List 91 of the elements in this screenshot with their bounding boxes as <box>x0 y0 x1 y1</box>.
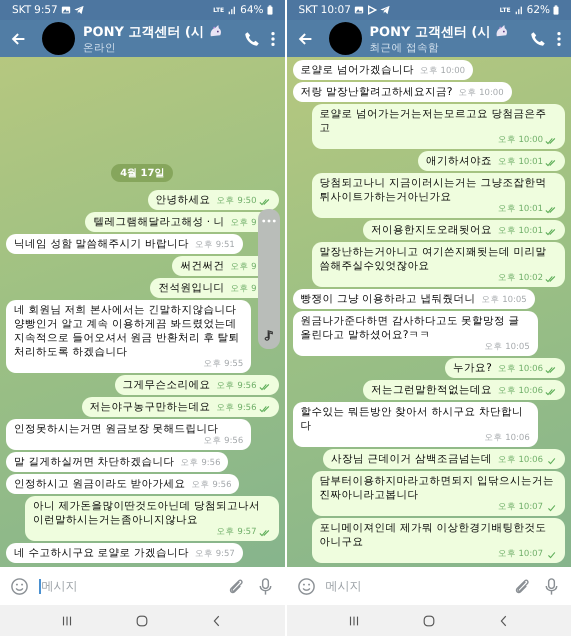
play-icon <box>366 5 377 15</box>
emoji-icon <box>208 24 223 39</box>
signal-icon <box>514 5 524 15</box>
message-time: 오후 10:01 <box>498 204 543 215</box>
paper-plane-icon <box>380 5 390 15</box>
message-time: 오후 9:56 <box>180 458 220 469</box>
message-text: 전석원입니디 <box>158 281 224 295</box>
message-text: 로얄로 넘어가겠습니다 <box>300 63 414 77</box>
message-time: 오후 10:02 <box>498 273 543 284</box>
battery-percent: 64% <box>240 4 264 16</box>
message-time: 오후 10:01 <box>498 157 543 168</box>
clock-time: 9:57 <box>34 4 58 16</box>
message-time: 오후 10:00 <box>498 135 543 146</box>
message-time: 오후 10:05 <box>484 342 530 353</box>
message-time: 오후 10:01 <box>498 226 543 237</box>
message-field[interactable]: 메시지 <box>326 574 503 598</box>
phone-icon[interactable] <box>242 30 260 48</box>
message-text: 포니메이져인데 제가뭐 이상한경기배팅한것도 아니구요 <box>320 521 548 549</box>
message-text: 저랑 말장난할려고하세요지금? <box>300 85 452 99</box>
message-text: 말 길게하실꺼면 차단하겠습니다 <box>14 455 175 469</box>
emoji-icon <box>494 24 510 39</box>
message-text: 써건써건 <box>180 259 224 273</box>
message-text: 인정하시고 원금이라도 받아가세요 <box>14 477 186 491</box>
message-time: 오후 9:50 <box>216 196 256 207</box>
message-text: 말장난하는거아니고 여기쓴지꽤됫는데 미리말씀해주실수있엇잖아요 <box>320 245 548 273</box>
emoji-icon[interactable] <box>296 576 316 596</box>
message-text: 네 회원님 저희 본사에서는 긴말하지않습니다 양빵인거 알고 계속 이용하게끔 봐드렸었는데 지속적으로 들어오셔서 원금 반환처리 후 탈퇴처리하도록 하겠습니다 <box>14 303 241 359</box>
message-time: 오후 9 <box>230 262 256 273</box>
message-text: 누가요? <box>453 361 492 375</box>
battery-icon <box>553 5 559 15</box>
message-text: 할수있는 뭐든방안 찾아서 하시구요 차단합니다 <box>300 405 524 433</box>
signal-icon <box>227 5 238 15</box>
message-time: 오후 9:56 <box>216 403 256 414</box>
home-icon[interactable] <box>135 614 150 628</box>
message-text: 저는야구농구만하는데요 <box>90 400 211 414</box>
music-note-icon[interactable] <box>264 329 274 341</box>
more-icon[interactable] <box>268 30 276 48</box>
battery-percent: 62% <box>526 4 550 16</box>
image-icon <box>60 5 71 15</box>
chat-title: PONY 고객센터 (시 <box>370 24 490 40</box>
carrier-label: SKT <box>12 4 32 16</box>
message-time: 오후 9:55 <box>203 359 244 370</box>
message-text: 당첨되고나니 지금이러시는거는 그냥조잡한먹튀사이트가하는거아닌가요 <box>320 176 548 204</box>
presence-status: 온라인 <box>83 40 117 54</box>
message-text: 텔레그램해달라고해성 · 니 <box>93 215 224 229</box>
battery-icon <box>266 5 272 15</box>
message-time: 오후 9:56 <box>192 480 232 491</box>
message-time: 오후 9:56 <box>216 381 256 392</box>
message-text: 원금나가준다하면 감사하다고도 못할망정 글올린다고 말하셨어요?ㅋㅋ <box>300 314 521 342</box>
carrier-label: SKT <box>298 4 318 16</box>
message-time: 오후 9 <box>230 284 256 295</box>
clock-time: 10:07 <box>320 4 351 16</box>
message-text: 닉네임 성함 말씀해주시기 바랍니다 <box>14 237 190 251</box>
message-text: 담부터이용하지마라고하면되지 입닦으시는거는 진짜아니라고봅니다 <box>320 474 555 502</box>
message-text: 애기하셔야죠 <box>426 154 492 168</box>
message-time: 오후 10:00 <box>420 66 466 77</box>
message-text: 그게무슨소리에요 <box>122 378 211 392</box>
profile-avatar[interactable] <box>42 22 75 55</box>
message-text: 로얄로 넘어가는거는저는모르고요 당첨금은주고 <box>320 107 548 135</box>
message-time: 오후 9:51 <box>195 240 235 251</box>
paper-plane-icon <box>74 5 84 15</box>
message-text: 저는그런말한적없는데요 <box>370 383 492 397</box>
message-time: 오후 10:06 <box>498 455 543 466</box>
message-time: 오후 10:00 <box>458 88 504 99</box>
home-icon[interactable] <box>422 614 436 628</box>
emoji-icon[interactable] <box>10 576 29 596</box>
message-text: 아니 제가돈을많이딴것도아닌데 당첨되고나서 이런말하시는거는좀아니지않나요 <box>33 499 261 527</box>
message-time: 오후 9:57 <box>195 549 235 560</box>
date-chip: 4월 17일 <box>111 164 174 182</box>
message-time: 오후 9 <box>230 218 256 229</box>
message-text: 네 수고하시구요 로얄로 가겠습니다 <box>14 546 190 560</box>
message-field[interactable]: 메시지 <box>39 574 216 598</box>
more-icon[interactable] <box>555 30 563 48</box>
chat-title: PONY 고객센터 (시 <box>83 24 204 40</box>
presence-status: 최근에 접속함 <box>370 40 440 54</box>
message-time: 오후 10:07 <box>498 502 543 513</box>
message-time: 오후 10:06 <box>484 433 530 444</box>
message-text: 사장님 근데이거 삼백조금넘는데 <box>331 452 492 466</box>
message-time: 오후 9:57 <box>216 527 256 538</box>
message-time: 오후 10:06 <box>498 386 543 397</box>
message-time: 오후 10:07 <box>498 549 543 560</box>
message-time: 오후 10:06 <box>498 364 543 375</box>
message-time: 오후 9:56 <box>203 436 244 447</box>
phone-icon[interactable] <box>529 30 547 48</box>
message-text: 인정못하시는거면 원금보장 못해드립니다 <box>14 422 219 436</box>
message-time: 오후 10:05 <box>482 295 527 306</box>
message-text: 안녕하세요 <box>156 193 211 207</box>
profile-avatar[interactable] <box>328 22 362 55</box>
message-text: 빵쟁이 그냥 이용하라고 냅둬줬더니 <box>300 292 476 306</box>
message-text: 저이용한지도오래됫어요 <box>370 223 492 237</box>
image-icon <box>354 5 364 15</box>
